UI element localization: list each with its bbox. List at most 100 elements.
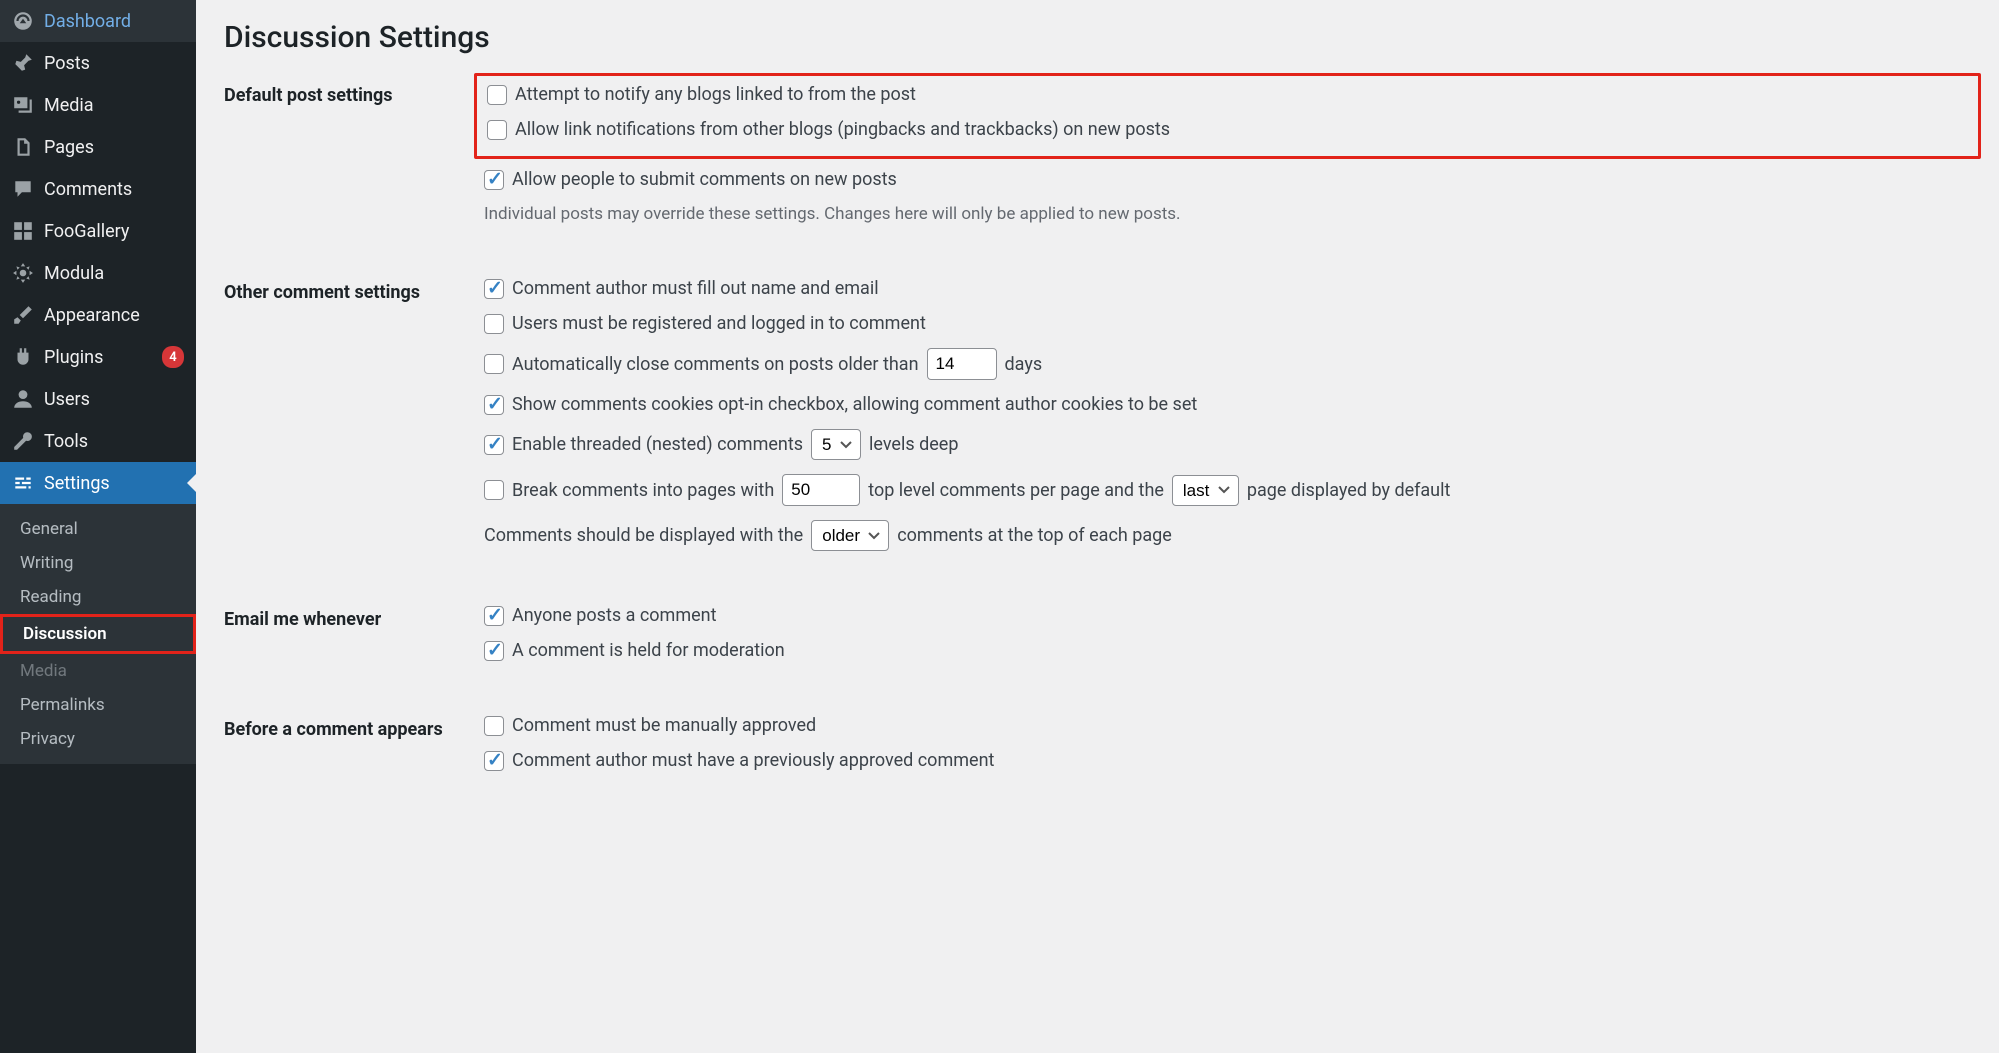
option-label: A comment is held for moderation: [512, 640, 785, 661]
threaded-comments-option: Enable threaded (nested) comments 5 leve…: [484, 429, 1971, 460]
sidebar-item-appearance[interactable]: Appearance: [0, 294, 196, 336]
user-icon: [12, 388, 34, 410]
page-title: Discussion Settings: [224, 20, 1971, 55]
main-content: Discussion Settings Default post setting…: [196, 0, 1999, 1053]
sidebar-item-settings[interactable]: Settings: [0, 462, 196, 504]
gallery-icon: [12, 220, 34, 242]
prev-approved-option[interactable]: Comment author must have a previously ap…: [484, 750, 1971, 771]
auto-close-comments-option: Automatically close comments on posts ol…: [484, 348, 1971, 380]
option-label-post: comments at the top of each page: [897, 525, 1172, 546]
sidebar-item-users[interactable]: Users: [0, 378, 196, 420]
gauge-icon: [12, 10, 34, 32]
sidebar-label: Tools: [44, 431, 184, 452]
option-label: Attempt to notify any blogs linked to fr…: [515, 84, 916, 105]
settings-icon: [12, 472, 34, 494]
prev-approved-checkbox[interactable]: [484, 751, 504, 771]
email-anyone-posts-checkbox[interactable]: [484, 606, 504, 626]
pages-icon: [12, 136, 34, 158]
comment-order-option: Comments should be displayed with the ol…: [484, 520, 1971, 551]
email-held-moderation-checkbox[interactable]: [484, 641, 504, 661]
notify-blogs-option[interactable]: Attempt to notify any blogs linked to fr…: [487, 84, 1968, 105]
manual-approval-checkbox[interactable]: [484, 716, 504, 736]
option-label-post: days: [1005, 354, 1043, 375]
paginate-comments-option: Break comments into pages with top level…: [484, 474, 1971, 506]
option-label: Allow link notifications from other blog…: [515, 119, 1170, 140]
option-label: Anyone posts a comment: [512, 605, 716, 626]
sidebar-label: Appearance: [44, 305, 184, 326]
submenu-media[interactable]: Media: [0, 654, 196, 688]
media-icon: [12, 94, 34, 116]
require-name-email-checkbox[interactable]: [484, 279, 504, 299]
comment-order-select[interactable]: older: [811, 520, 889, 551]
notify-blogs-checkbox[interactable]: [487, 85, 507, 105]
option-label-post: levels deep: [869, 434, 958, 455]
comments-per-page-input[interactable]: [782, 474, 860, 506]
sidebar-label: Plugins: [44, 347, 156, 368]
wrench-icon: [12, 430, 34, 452]
option-label: Users must be registered and logged in t…: [512, 313, 926, 334]
section-heading: Email me whenever: [224, 605, 484, 630]
admin-sidebar: Dashboard Posts Media Pages Comments Foo…: [0, 0, 196, 1053]
sidebar-item-dashboard[interactable]: Dashboard: [0, 0, 196, 42]
section-heading: Other comment settings: [224, 278, 484, 303]
require-name-email-option[interactable]: Comment author must fill out name and em…: [484, 278, 1971, 299]
section-default-post-settings: Default post settings Attempt to notify …: [224, 81, 1971, 238]
submenu-reading[interactable]: Reading: [0, 580, 196, 614]
default-page-select[interactable]: last: [1172, 475, 1239, 506]
option-label: Comment author must fill out name and em…: [512, 278, 879, 299]
email-anyone-posts-option[interactable]: Anyone posts a comment: [484, 605, 1971, 626]
sidebar-item-foogallery[interactable]: FooGallery: [0, 210, 196, 252]
paginate-checkbox[interactable]: [484, 480, 504, 500]
plugin-icon: [12, 346, 34, 368]
settings-submenu: General Writing Reading Discussion Media…: [0, 504, 196, 764]
sidebar-item-plugins[interactable]: Plugins 4: [0, 336, 196, 378]
sidebar-item-posts[interactable]: Posts: [0, 42, 196, 84]
pin-icon: [12, 52, 34, 74]
require-registration-checkbox[interactable]: [484, 314, 504, 334]
require-registration-option[interactable]: Users must be registered and logged in t…: [484, 313, 1971, 334]
email-held-moderation-option[interactable]: A comment is held for moderation: [484, 640, 1971, 661]
submenu-general[interactable]: General: [0, 512, 196, 546]
auto-close-days-input[interactable]: [927, 348, 997, 380]
option-label-pre: Break comments into pages with: [512, 480, 774, 501]
submenu-discussion[interactable]: Discussion: [0, 614, 196, 654]
option-label: Show comments cookies opt-in checkbox, a…: [512, 394, 1197, 415]
option-label: Comment must be manually approved: [512, 715, 816, 736]
sidebar-item-pages[interactable]: Pages: [0, 126, 196, 168]
manual-approval-option[interactable]: Comment must be manually approved: [484, 715, 1971, 736]
allow-pingbacks-option[interactable]: Allow link notifications from other blog…: [487, 119, 1968, 140]
submenu-writing[interactable]: Writing: [0, 546, 196, 580]
sidebar-item-comments[interactable]: Comments: [0, 168, 196, 210]
section-heading: Before a comment appears: [224, 715, 484, 740]
threaded-checkbox[interactable]: [484, 435, 504, 455]
section-before-comment-appears: Before a comment appears Comment must be…: [224, 715, 1971, 785]
sidebar-label: Media: [44, 95, 184, 116]
sidebar-item-media[interactable]: Media: [0, 84, 196, 126]
section-email-me-whenever: Email me whenever Anyone posts a comment…: [224, 605, 1971, 675]
auto-close-checkbox[interactable]: [484, 354, 504, 374]
cookies-optin-option[interactable]: Show comments cookies opt-in checkbox, a…: [484, 394, 1971, 415]
option-label: Comment author must have a previously ap…: [512, 750, 994, 771]
section-heading: Default post settings: [224, 81, 484, 106]
sidebar-item-tools[interactable]: Tools: [0, 420, 196, 462]
modula-icon: [12, 262, 34, 284]
brush-icon: [12, 304, 34, 326]
sidebar-item-modula[interactable]: Modula: [0, 252, 196, 294]
sidebar-label: Comments: [44, 179, 184, 200]
sidebar-label: Users: [44, 389, 184, 410]
sidebar-label: Modula: [44, 263, 184, 284]
threaded-levels-select[interactable]: 5: [811, 429, 861, 460]
submenu-permalinks[interactable]: Permalinks: [0, 688, 196, 722]
cookies-optin-checkbox[interactable]: [484, 395, 504, 415]
sidebar-label: Posts: [44, 53, 184, 74]
allow-comments-checkbox[interactable]: [484, 170, 504, 190]
allow-pingbacks-checkbox[interactable]: [487, 120, 507, 140]
submenu-privacy[interactable]: Privacy: [0, 722, 196, 756]
option-label-pre: Automatically close comments on posts ol…: [512, 354, 919, 375]
allow-comments-option[interactable]: Allow people to submit comments on new p…: [484, 169, 1971, 190]
section-other-comment-settings: Other comment settings Comment author mu…: [224, 278, 1971, 565]
highlighted-pingback-options: Attempt to notify any blogs linked to fr…: [474, 73, 1981, 159]
option-label-mid: top level comments per page and the: [868, 480, 1164, 501]
sidebar-label: FooGallery: [44, 221, 184, 242]
option-label-pre: Comments should be displayed with the: [484, 525, 803, 546]
